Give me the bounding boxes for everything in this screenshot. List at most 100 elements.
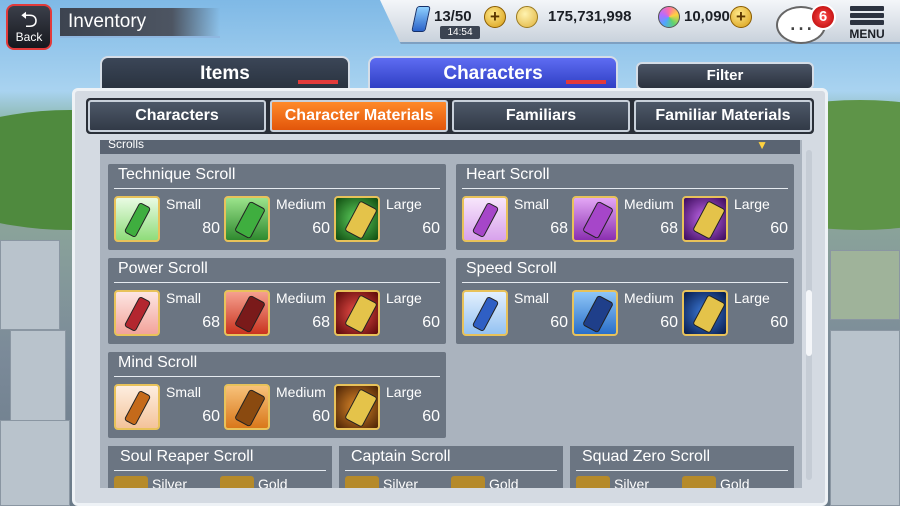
scroll-medium-icon xyxy=(224,196,270,242)
slot-size: Large xyxy=(386,196,422,212)
scroll-gold-icon[interactable] xyxy=(682,476,716,488)
tab-characters-label: Characters xyxy=(443,63,543,84)
slot-size: Medium xyxy=(276,384,326,400)
material-slot[interactable]: Small 60 xyxy=(114,384,224,434)
scroll-small-icon xyxy=(114,290,160,336)
material-slot[interactable]: Large 60 xyxy=(682,290,792,340)
slot-qty: 68 xyxy=(660,220,678,237)
material-slot[interactable]: Large 60 xyxy=(334,196,444,246)
stamina-timer: 14:54 xyxy=(440,26,480,39)
scroll-small-icon xyxy=(114,196,160,242)
divider xyxy=(114,376,440,377)
tab-accent xyxy=(298,80,338,84)
subtab-familiars[interactable]: Familiars xyxy=(452,100,630,132)
scroll-medium-icon xyxy=(224,290,270,336)
card-title: Mind Scroll xyxy=(118,354,198,371)
slot-size: Medium xyxy=(276,196,326,212)
filter-button[interactable]: Filter xyxy=(636,62,814,90)
section-header: Scrolls xyxy=(100,140,800,154)
back-arrow-icon: ⮌ xyxy=(20,7,38,32)
slot-qty: 60 xyxy=(422,408,440,425)
scroll-small-icon xyxy=(114,384,160,430)
slot-qty: 60 xyxy=(422,314,440,331)
material-slot[interactable]: Medium 60 xyxy=(572,290,682,340)
material-slot[interactable]: Small 60 xyxy=(462,290,572,340)
card-title: Soul Reaper Scroll xyxy=(120,448,254,465)
back-button[interactable]: ⮌ Back xyxy=(6,4,52,50)
slot-size: Large xyxy=(734,196,770,212)
scroll-gold-icon[interactable] xyxy=(451,476,485,488)
menu-label: MENU xyxy=(849,27,885,41)
material-slot[interactable]: Medium 68 xyxy=(224,290,334,340)
slot-size: Gold xyxy=(720,476,750,488)
material-slot[interactable]: Large 60 xyxy=(334,384,444,434)
material-slot[interactable]: Medium 60 xyxy=(224,384,334,434)
scroll-large-icon xyxy=(334,384,380,430)
background-building xyxy=(0,420,70,506)
background-building xyxy=(830,330,900,506)
coins-value: 175,731,998 xyxy=(548,8,632,25)
background-building xyxy=(830,250,900,320)
scroll-large-icon xyxy=(334,290,380,336)
slot-qty: 60 xyxy=(202,408,220,425)
material-slot[interactable]: Small 80 xyxy=(114,196,224,246)
slot-size: Silver xyxy=(152,476,188,488)
scrollbar-thumb[interactable] xyxy=(806,290,812,356)
material-card-squad-zero: Squad Zero Scroll Silver Gold xyxy=(570,446,794,488)
scroll-medium-icon xyxy=(224,384,270,430)
scroll-small-icon xyxy=(462,196,508,242)
scroll-silver-icon[interactable] xyxy=(114,476,148,488)
slot-size: Silver xyxy=(614,476,650,488)
sub-tab-bar: Characters Character Materials Familiars… xyxy=(86,98,814,134)
subtab-character-materials[interactable]: Character Materials xyxy=(270,100,448,132)
collapse-arrow-icon[interactable]: ▼ xyxy=(756,140,768,151)
add-stamina-button[interactable]: + xyxy=(484,6,506,28)
scroll-gold-icon[interactable] xyxy=(220,476,254,488)
tab-items[interactable]: Items xyxy=(100,56,350,90)
material-slot[interactable]: Large 60 xyxy=(334,290,444,340)
card-title: Squad Zero Scroll xyxy=(582,448,711,465)
slot-size: Small xyxy=(514,196,550,212)
card-title: Technique Scroll xyxy=(118,166,236,183)
slot-qty: 60 xyxy=(770,220,788,237)
slot-qty: 68 xyxy=(202,314,220,331)
add-orbs-button[interactable]: + xyxy=(730,6,752,28)
material-slot[interactable]: Medium 68 xyxy=(572,196,682,246)
slot-qty: 60 xyxy=(660,314,678,331)
material-slot[interactable]: Small 68 xyxy=(114,290,224,340)
subtab-familiar-materials[interactable]: Familiar Materials xyxy=(634,100,812,132)
tab-characters[interactable]: Characters xyxy=(368,56,618,90)
slot-size: Large xyxy=(386,290,422,306)
materials-list[interactable]: Scrolls ▼ Technique Scroll Small 80 Medi… xyxy=(100,140,802,488)
material-card-mind: Mind Scroll Small 60 Medium 60 Large 60 xyxy=(108,352,446,438)
divider xyxy=(462,282,788,283)
material-slot[interactable]: Medium 60 xyxy=(224,196,334,246)
orbs-value: 10,090 xyxy=(684,8,730,25)
slot-qty: 60 xyxy=(312,220,330,237)
slot-qty: 60 xyxy=(422,220,440,237)
tab-items-label: Items xyxy=(200,63,250,84)
card-title: Captain Scroll xyxy=(351,448,451,465)
slot-qty: 60 xyxy=(770,314,788,331)
material-card-captain: Captain Scroll Silver Gold xyxy=(339,446,563,488)
scroll-medium-icon xyxy=(572,196,618,242)
scroll-silver-icon[interactable] xyxy=(345,476,379,488)
hamburger-icon xyxy=(844,6,890,25)
menu-button[interactable]: MENU xyxy=(844,4,890,48)
divider xyxy=(576,470,788,471)
slot-size: Large xyxy=(386,384,422,400)
scroll-large-icon xyxy=(334,196,380,242)
subtab-characters[interactable]: Characters xyxy=(88,100,266,132)
page-title: Inventory xyxy=(60,8,220,38)
material-slot[interactable]: Small 68 xyxy=(462,196,572,246)
scroll-silver-icon[interactable] xyxy=(576,476,610,488)
slot-size: Small xyxy=(166,290,202,306)
material-card-heart: Heart Scroll Small 68 Medium 68 Large 60 xyxy=(456,164,794,250)
material-slot[interactable]: Large 60 xyxy=(682,196,792,246)
slot-size: Small xyxy=(166,384,202,400)
slot-qty: 80 xyxy=(202,220,220,237)
slot-qty: 60 xyxy=(312,408,330,425)
slot-qty: 68 xyxy=(550,220,568,237)
slot-size: Medium xyxy=(276,290,326,306)
scroll-large-icon xyxy=(682,196,728,242)
